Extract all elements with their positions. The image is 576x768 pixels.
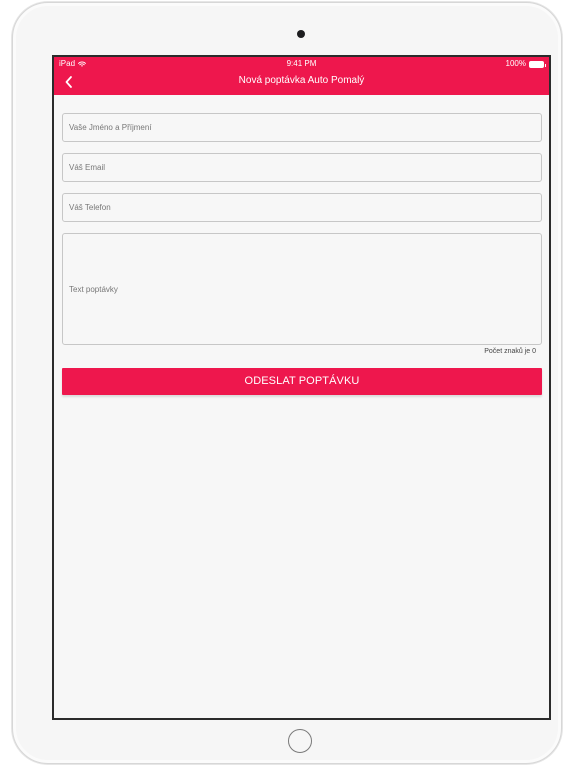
page-title: Nová poptávka Auto Pomalý	[238, 75, 365, 86]
camera-icon	[297, 30, 305, 38]
battery-percent: 100%	[505, 59, 526, 68]
status-right: 100%	[505, 57, 546, 71]
status-time: 9:41 PM	[286, 59, 317, 68]
home-button[interactable]	[288, 729, 312, 753]
message-textarea[interactable]: Text poptávky	[62, 233, 542, 345]
ipad-device-frame: iPad 9:41 PM 100% Nová poptávka Auto Pom…	[12, 2, 562, 764]
email-input[interactable]: Váš Email	[62, 153, 542, 182]
battery-icon	[529, 60, 546, 68]
character-counter: Počet znaků je 0	[484, 348, 536, 355]
name-input[interactable]: Vaše Jméno a Příjmení	[62, 113, 542, 142]
submit-inquiry-button[interactable]: ODESLAT POPTÁVKU	[62, 368, 542, 395]
message-placeholder: Text poptávky	[69, 284, 118, 294]
navigation-bar: Nová poptávka Auto Pomalý	[54, 71, 549, 95]
app-screen: iPad 9:41 PM 100% Nová poptávka Auto Pom…	[52, 55, 551, 720]
phone-input[interactable]: Váš Telefon	[62, 193, 542, 222]
app-header: iPad 9:41 PM 100% Nová poptávka Auto Pom…	[54, 57, 549, 95]
status-bar: iPad 9:41 PM 100%	[54, 57, 549, 71]
